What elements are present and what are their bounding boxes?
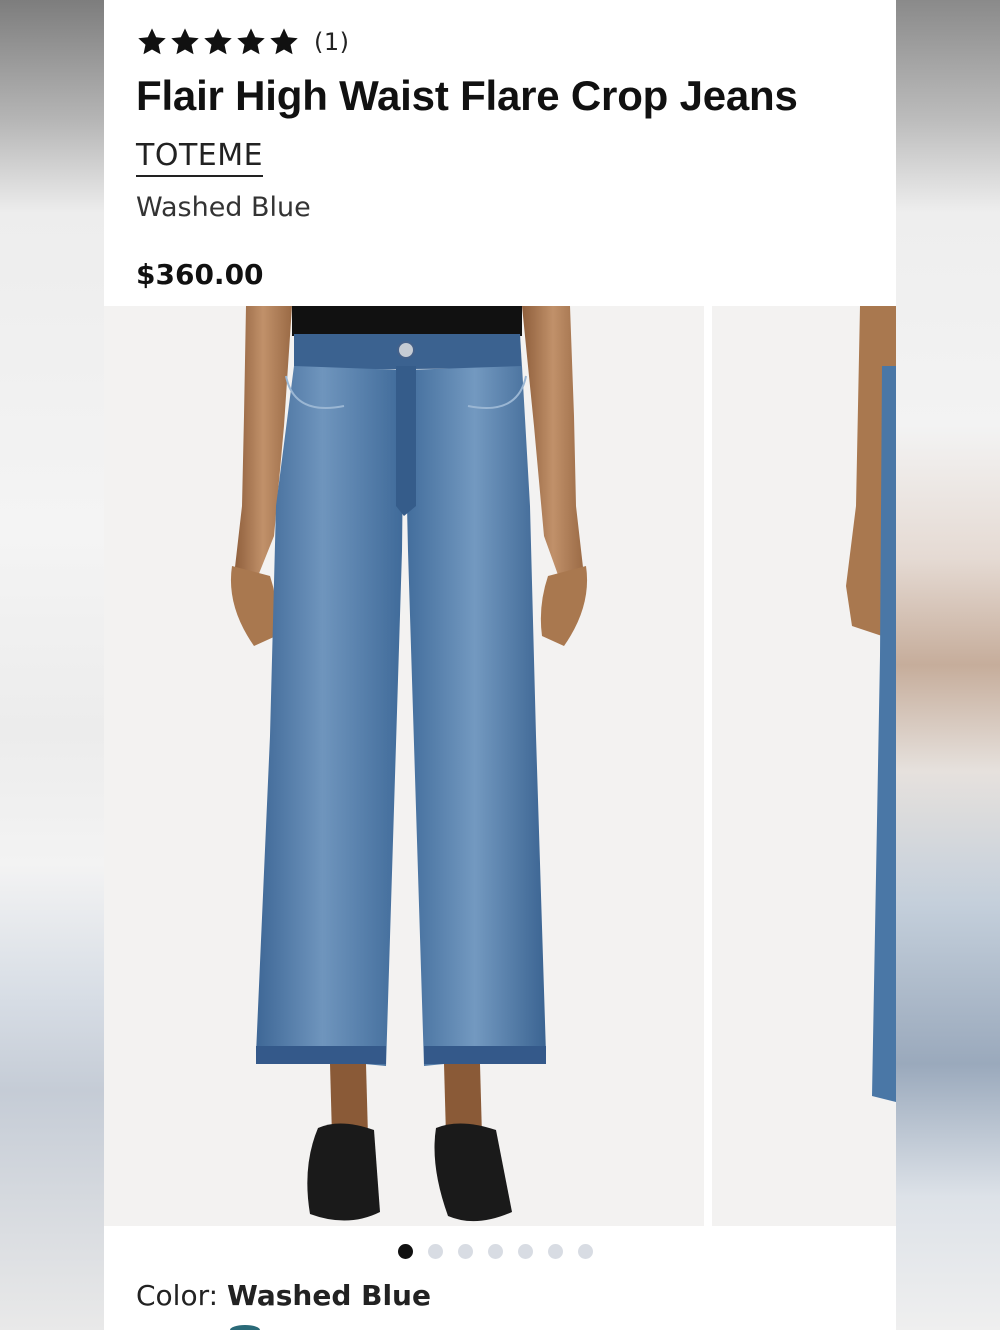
star-icon [171, 28, 199, 55]
pagination-dot[interactable] [577, 1244, 593, 1259]
pagination-dot[interactable] [427, 1244, 443, 1259]
product-price: $360.00 [136, 258, 264, 291]
pagination-dot[interactable] [487, 1244, 503, 1259]
gallery-pagination[interactable] [104, 1244, 896, 1259]
product-panel: (1) Flair High Waist Flare Crop Jeans TO… [104, 0, 896, 1330]
pagination-dot[interactable] [547, 1244, 563, 1259]
gallery-image-front[interactable] [104, 306, 704, 1226]
star-icon [204, 28, 232, 55]
jeans-side-photo [846, 306, 896, 1102]
pagination-dot[interactable] [517, 1244, 533, 1259]
selected-color: Washed Blue [226, 1279, 431, 1312]
star-icon [138, 28, 166, 55]
gallery-image-side[interactable] [712, 306, 896, 1226]
product-color: Washed Blue [136, 192, 311, 223]
star-rating [136, 26, 300, 58]
review-count[interactable]: (1) [314, 28, 350, 56]
jeans-front-photo [230, 306, 588, 1222]
product-title: Flair High Waist Flare Crop Jeans [136, 72, 798, 119]
background-blur-right [896, 0, 1000, 1330]
star-icon [237, 28, 265, 55]
color-selector-label: Color: Washed Blue [136, 1279, 431, 1312]
brand-link[interactable]: TOTEME [136, 138, 264, 177]
pagination-dot[interactable] [457, 1244, 473, 1259]
color-swatch[interactable] [230, 1325, 260, 1330]
color-label: Color: [136, 1279, 227, 1312]
rating-row[interactable]: (1) [136, 24, 350, 60]
image-gallery[interactable] [104, 306, 896, 1226]
background-blur-left [0, 0, 104, 1330]
pagination-dot[interactable] [397, 1244, 413, 1259]
star-icon [270, 28, 298, 55]
